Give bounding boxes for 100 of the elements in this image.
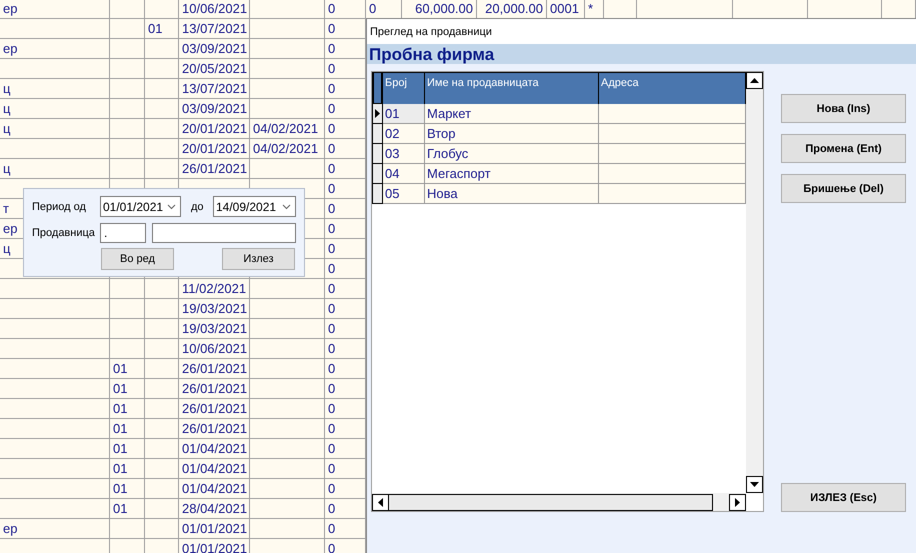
table-cell: 03/09/2021 xyxy=(179,39,250,59)
table-cell[interactable]: Глобус xyxy=(425,144,599,164)
table-cell xyxy=(145,0,179,19)
table-cell: 26/01/2021 xyxy=(179,379,250,399)
table-cell: 20/05/2021 xyxy=(179,59,250,79)
table-cell xyxy=(110,59,145,79)
store-code-field[interactable]: . xyxy=(100,222,146,242)
table-cell: 01 xyxy=(110,459,145,479)
to-label: до xyxy=(191,200,205,212)
table-cell: 01 xyxy=(110,399,145,419)
table-cell[interactable] xyxy=(599,104,746,124)
table-cell: 01/04/2021 xyxy=(179,439,250,459)
table-cell: 01/01/2021 xyxy=(179,539,250,553)
table-cell[interactable]: Нова xyxy=(425,184,599,204)
table-cell[interactable]: 05 xyxy=(383,184,425,204)
horizontal-scrollbar[interactable] xyxy=(372,493,746,511)
row-header[interactable] xyxy=(372,184,383,204)
exit-button[interactable]: ИЗЛЕЗ (Esc) xyxy=(781,483,906,512)
table-cell xyxy=(110,299,145,319)
table-cell[interactable] xyxy=(599,164,746,184)
table-cell: 01/04/2021 xyxy=(179,479,250,499)
table-cell: 26/01/2021 xyxy=(179,359,250,379)
table-cell[interactable] xyxy=(599,184,746,204)
table-cell: 01 xyxy=(110,359,145,379)
store-name-field[interactable] xyxy=(152,222,296,242)
table-cell: 20/01/2021 xyxy=(179,119,250,139)
table-cell xyxy=(145,79,179,99)
table-cell[interactable]: Маркет xyxy=(425,104,599,124)
table-cell[interactable]: Мегаспорт xyxy=(425,164,599,184)
table-cell xyxy=(145,499,179,519)
table-cell xyxy=(110,79,145,99)
table-cell: ер xyxy=(0,0,110,19)
table-cell: 28/04/2021 xyxy=(179,499,250,519)
table-cell xyxy=(145,59,179,79)
table-cell xyxy=(110,519,145,539)
row-header[interactable] xyxy=(372,104,383,124)
date-field[interactable]: 01/01/2021 xyxy=(100,196,181,217)
table-cell[interactable]: 03 xyxy=(383,144,425,164)
table-cell: 26/01/2021 xyxy=(179,419,250,439)
table-cell xyxy=(145,299,179,319)
table-cell: 26/01/2021 xyxy=(179,159,250,179)
table-cell: 10/06/2021 xyxy=(179,339,250,359)
table-cell: 04/02/2021 xyxy=(250,139,325,159)
table-cell: 01 xyxy=(145,19,179,39)
table-cell xyxy=(110,0,145,19)
table-cell: 10/06/2021 xyxy=(179,0,250,19)
scroll-left-icon xyxy=(378,498,383,506)
table-cell: 03/09/2021 xyxy=(179,99,250,119)
scroll-down-icon xyxy=(750,482,759,487)
company-heading: Пробна фирма xyxy=(367,44,916,64)
table-cell: 01 xyxy=(110,439,145,459)
scroll-up-icon xyxy=(750,78,759,83)
scroll-right-icon xyxy=(735,498,740,506)
table-cell: 0 xyxy=(325,0,366,19)
row-header[interactable] xyxy=(372,164,383,184)
chevron-down-icon xyxy=(167,204,176,210)
row-header[interactable] xyxy=(372,144,383,164)
action-button[interactable]: Промена (Ent) xyxy=(781,134,906,163)
table-cell[interactable] xyxy=(599,144,746,164)
table-cell: ц xyxy=(0,79,110,99)
table-cell: 01/04/2021 xyxy=(179,459,250,479)
period-label: Период од xyxy=(32,200,87,212)
table-cell: 13/07/2021 xyxy=(179,79,250,99)
row-header[interactable] xyxy=(372,124,383,144)
dialog-button[interactable]: Во ред xyxy=(101,248,174,270)
table-cell xyxy=(145,399,179,419)
table-cell[interactable]: 04 xyxy=(383,164,425,184)
table-cell[interactable]: 01 xyxy=(383,104,425,124)
table-cell: 13/07/2021 xyxy=(179,19,250,39)
table-cell: ц xyxy=(0,159,110,179)
vertical-scrollbar[interactable] xyxy=(746,72,763,493)
table-cell xyxy=(110,119,145,139)
table-cell[interactable]: 02 xyxy=(383,124,425,144)
table-cell: 01 xyxy=(110,379,145,399)
table-cell[interactable] xyxy=(599,124,746,144)
table-cell xyxy=(110,279,145,299)
chevron-down-icon xyxy=(282,204,291,210)
table-cell xyxy=(145,459,179,479)
date-field[interactable]: 14/09/2021 xyxy=(213,196,296,217)
table-cell: ц xyxy=(0,119,110,139)
table-cell: 19/03/2021 xyxy=(179,319,250,339)
dialog-button[interactable]: Излез xyxy=(222,248,295,270)
table-cell: 04/02/2021 xyxy=(250,119,325,139)
row-pointer-icon xyxy=(375,109,380,118)
action-button[interactable]: Бришење (Del) xyxy=(781,174,906,203)
table-cell: 01 xyxy=(110,479,145,499)
table-cell: 20/01/2021 xyxy=(179,139,250,159)
table-cell: 19/03/2021 xyxy=(179,299,250,319)
table-cell xyxy=(110,339,145,359)
table-cell xyxy=(145,119,179,139)
action-button[interactable]: Нова (Ins) xyxy=(781,94,906,123)
table-cell xyxy=(145,39,179,59)
table-cell xyxy=(145,99,179,119)
table-cell xyxy=(110,19,145,39)
table-cell xyxy=(145,519,179,539)
table-cell: ер xyxy=(0,519,110,539)
table-cell[interactable]: Втор xyxy=(425,124,599,144)
window-title: Преглед на продавници xyxy=(367,19,916,44)
table-cell xyxy=(145,319,179,339)
table-cell xyxy=(145,359,179,379)
